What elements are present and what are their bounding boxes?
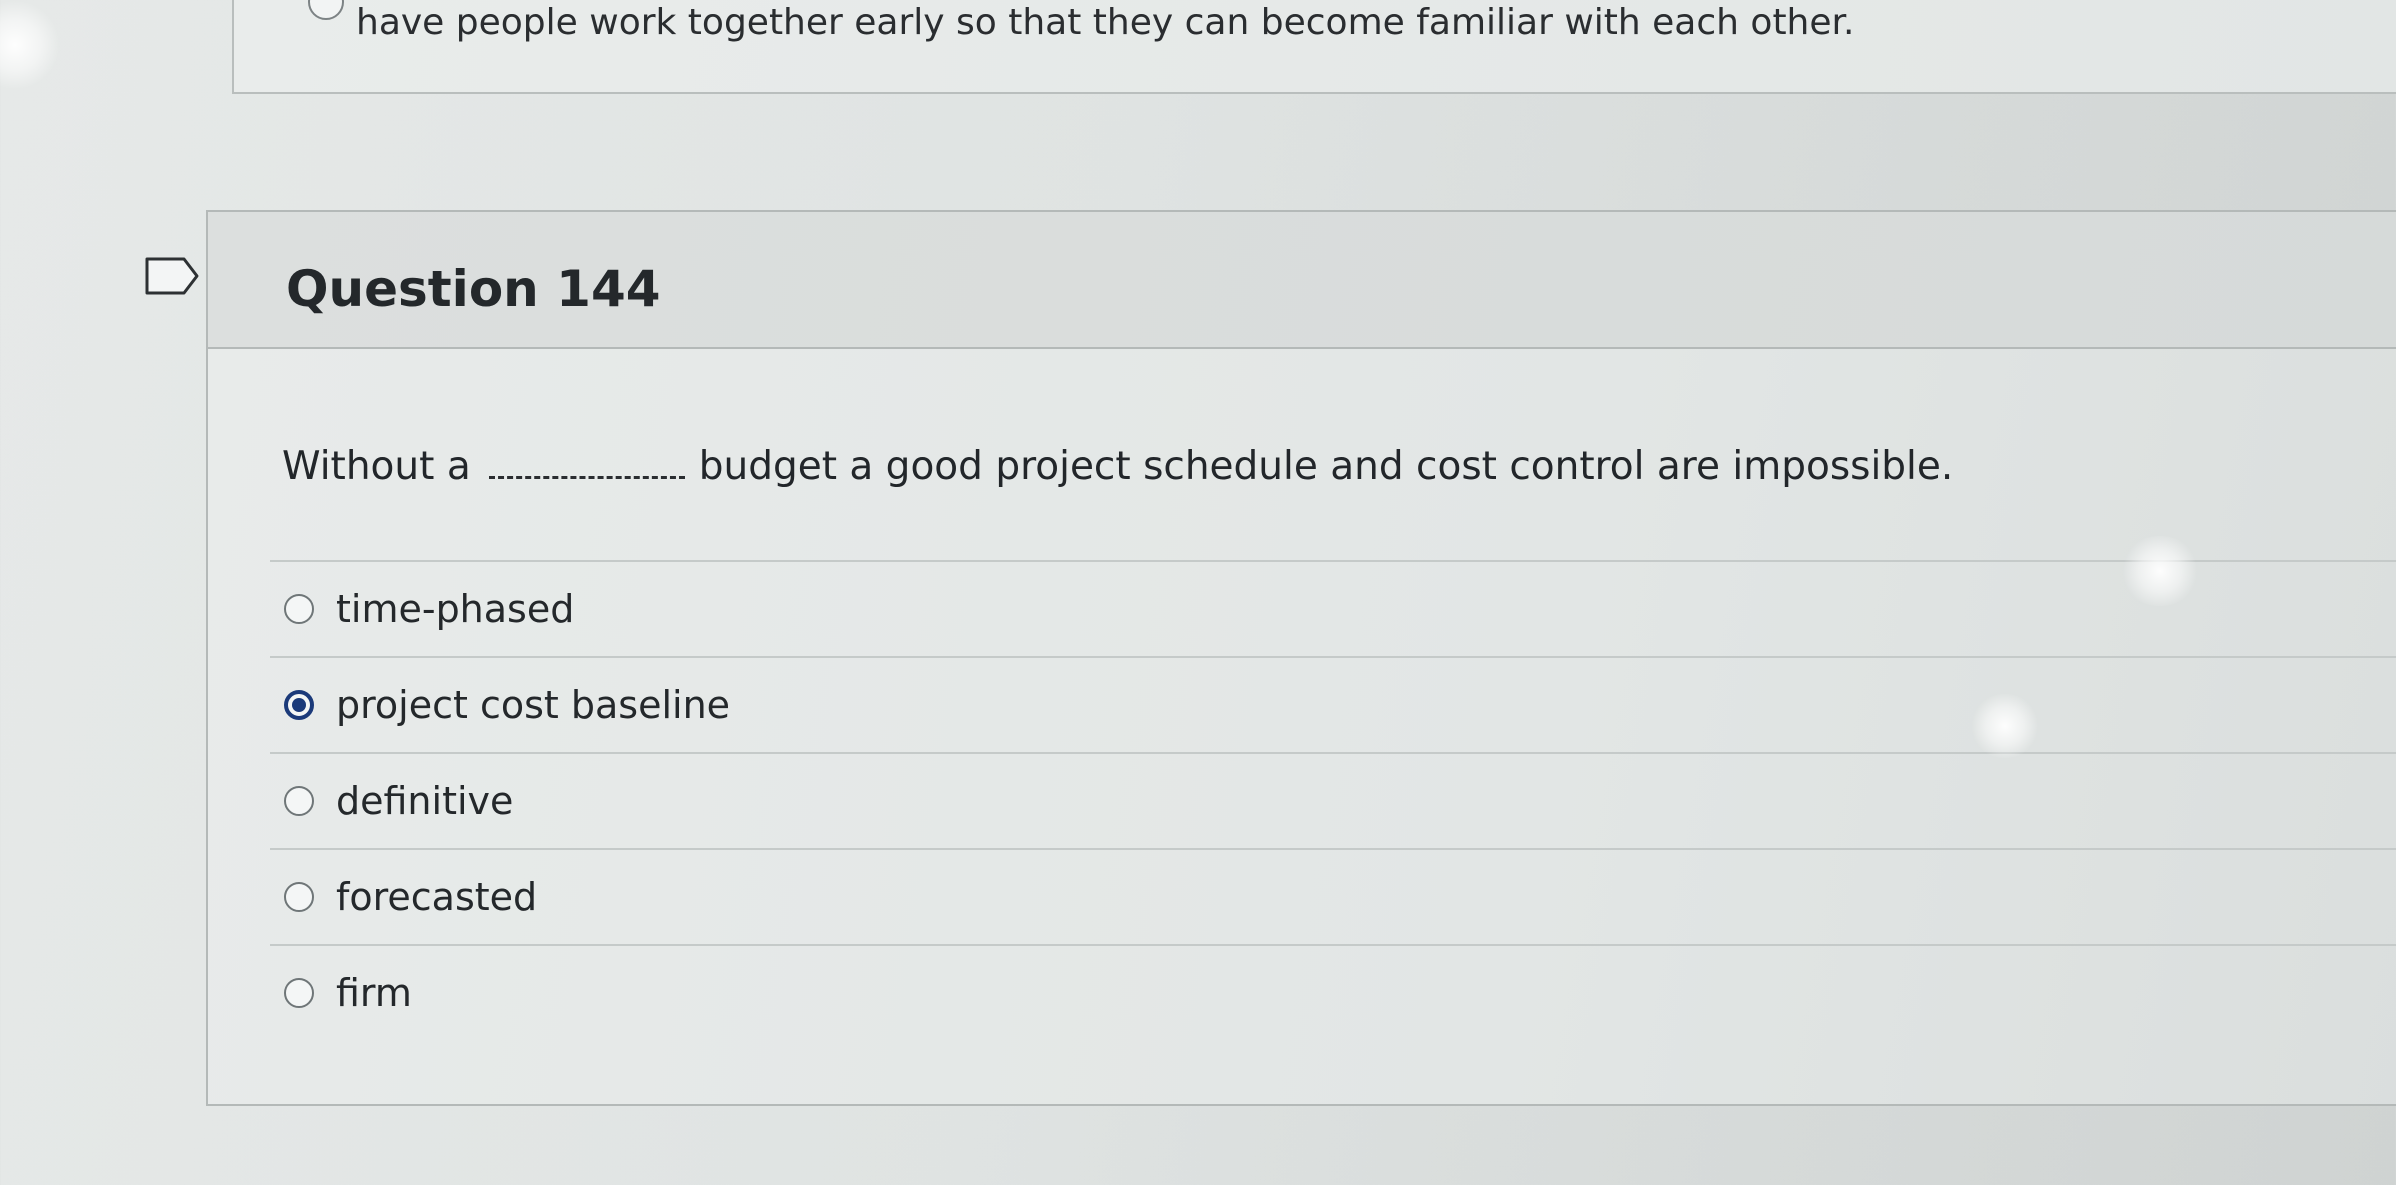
- answer-label[interactable]: forecasted: [336, 875, 537, 919]
- fill-in-blank: [488, 476, 685, 479]
- radio-button[interactable]: [284, 978, 314, 1008]
- radio-button[interactable]: [284, 594, 314, 624]
- answer-label[interactable]: project cost baseline: [336, 683, 730, 727]
- previous-answer-label: have people work together early so that …: [356, 2, 1855, 43]
- radio-button[interactable]: [284, 882, 314, 912]
- answer-label[interactable]: firm: [336, 971, 412, 1015]
- answer-option[interactable]: time-phased: [270, 560, 2396, 656]
- radio-button[interactable]: [284, 786, 314, 816]
- flag-icon[interactable]: [144, 256, 200, 296]
- answer-option[interactable]: definitive: [270, 752, 2396, 848]
- question-header: Question 144: [208, 212, 2396, 349]
- question-title: Question 144: [286, 260, 661, 318]
- question-text: Without a budget a good project schedule …: [282, 444, 1953, 489]
- answer-label[interactable]: time-phased: [336, 587, 574, 631]
- answer-option[interactable]: firm: [270, 944, 2396, 1040]
- screen-glare: [0, 0, 60, 90]
- question-card: Question 144 Without a budget a good proj…: [206, 210, 2396, 1106]
- radio-button-selected[interactable]: [284, 690, 314, 720]
- answer-option[interactable]: project cost baseline: [270, 656, 2396, 752]
- answer-label[interactable]: definitive: [336, 779, 513, 823]
- answer-option[interactable]: forecasted: [270, 848, 2396, 944]
- answer-list: time-phased project cost baseline defini…: [270, 560, 2396, 1040]
- question-text-after-blank: budget a good project schedule and cost …: [698, 444, 1954, 489]
- question-text-before-blank: Without a: [282, 444, 471, 489]
